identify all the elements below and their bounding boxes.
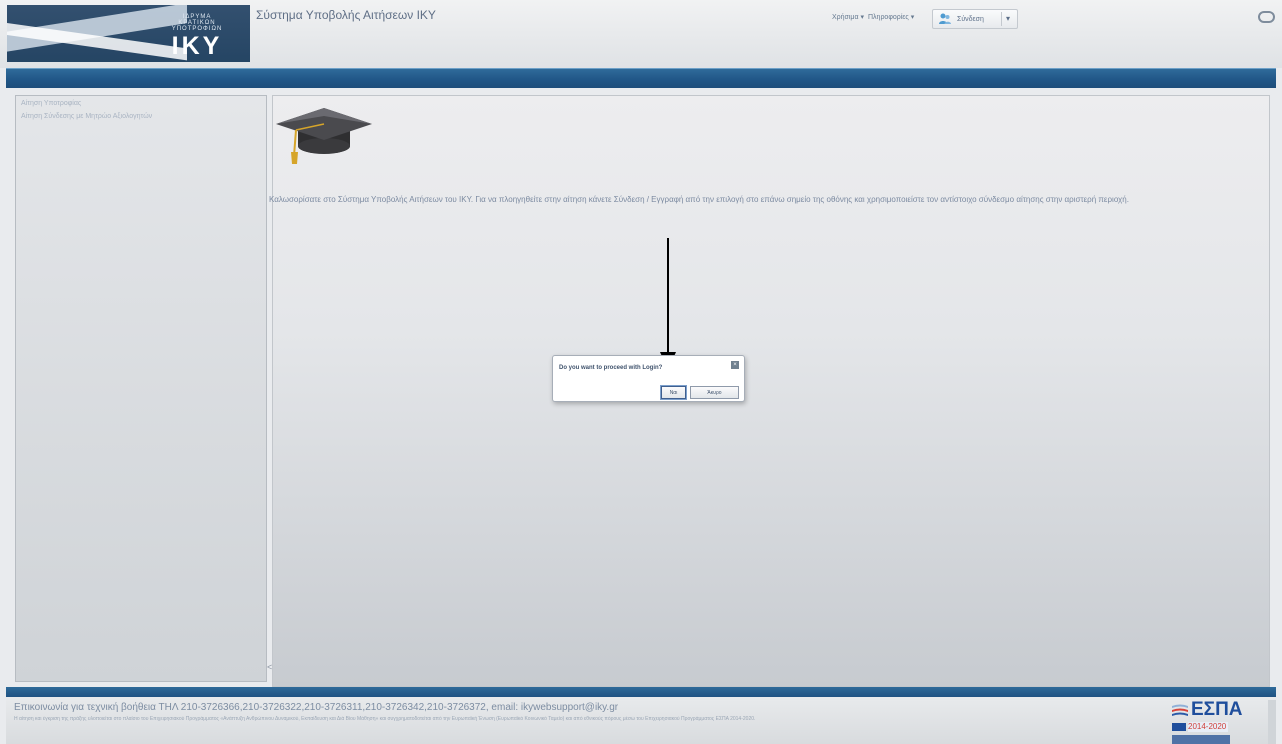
arrow-annotation-icon: [660, 238, 676, 370]
logo-text: IKY: [171, 32, 223, 60]
dialog-question: Do you want to proceed with Login?: [559, 365, 663, 371]
nav-band: [6, 68, 1276, 88]
espa-stripe: [1172, 735, 1230, 744]
logo-subtitle: ΙΔΡΥΜΑ ΚΡΑΤΙΚΩΝ ΥΠΟΤΡΟΦΙΩΝ: [157, 14, 237, 32]
espa-flag-icon: [1172, 704, 1188, 716]
menu-useful[interactable]: Χρήσιμα ▾: [832, 13, 864, 21]
espa-name: ΕΣΠΑ: [1191, 699, 1243, 720]
main-panel: [272, 95, 1270, 687]
menu-information[interactable]: Πληροφορίες ▾: [868, 13, 914, 21]
login-confirm-dialog: Do you want to proceed with Login? × Ναι…: [552, 355, 745, 402]
footer-band: [6, 687, 1276, 697]
iky-logo[interactable]: ΙΔΡΥΜΑ ΚΡΑΤΙΚΩΝ ΥΠΟΤΡΟΦΙΩΝ IKY: [7, 5, 250, 62]
espa-years: 2014-2020: [1188, 722, 1228, 732]
espa-logo: ΕΣΠΑ 2014-2020: [1172, 699, 1250, 744]
yes-button[interactable]: Ναι: [660, 385, 687, 400]
window-control-icon[interactable]: [1258, 11, 1275, 23]
eu-flag-icon: [1172, 723, 1186, 731]
funding-notice: Η αίτηση και έγκριση της πράξης υλοποιεί…: [14, 716, 756, 722]
graduation-cap-icon: [276, 108, 372, 164]
login-label: Σύνδεση: [957, 16, 984, 23]
welcome-text: Καλωσορίσατε στο Σύστημα Υποβολής Αιτήσε…: [269, 195, 1129, 204]
login-button[interactable]: Σύνδεση ▾: [932, 9, 1018, 29]
header: ΙΔΡΥΜΑ ΚΡΑΤΙΚΩΝ ΥΠΟΤΡΟΦΙΩΝ IKY Σύστημα Υ…: [0, 0, 1282, 68]
sidebar: Αίτηση Υποτροφίας Αίτηση Σύνδεσης με Μητ…: [15, 95, 267, 682]
app-title: Σύστημα Υποβολής Αιτήσεων ΙΚΥ: [256, 8, 436, 22]
page-scrollbar[interactable]: [1268, 700, 1276, 744]
chevron-down-icon[interactable]: ▾: [1001, 12, 1014, 26]
users-icon: [939, 13, 951, 24]
sidebar-item-evaluators-registry[interactable]: Αίτηση Σύνδεσης με Μητρώο Αξιολογητών: [21, 113, 152, 120]
close-icon[interactable]: ×: [731, 361, 739, 369]
cancel-button[interactable]: Άκυρο: [690, 386, 739, 399]
sidebar-item-scholarship-application[interactable]: Αίτηση Υποτροφίας: [21, 100, 81, 107]
support-contact: Επικοινωνία για τεχνική βοήθεια ΤΗΛ 210-…: [14, 702, 619, 713]
